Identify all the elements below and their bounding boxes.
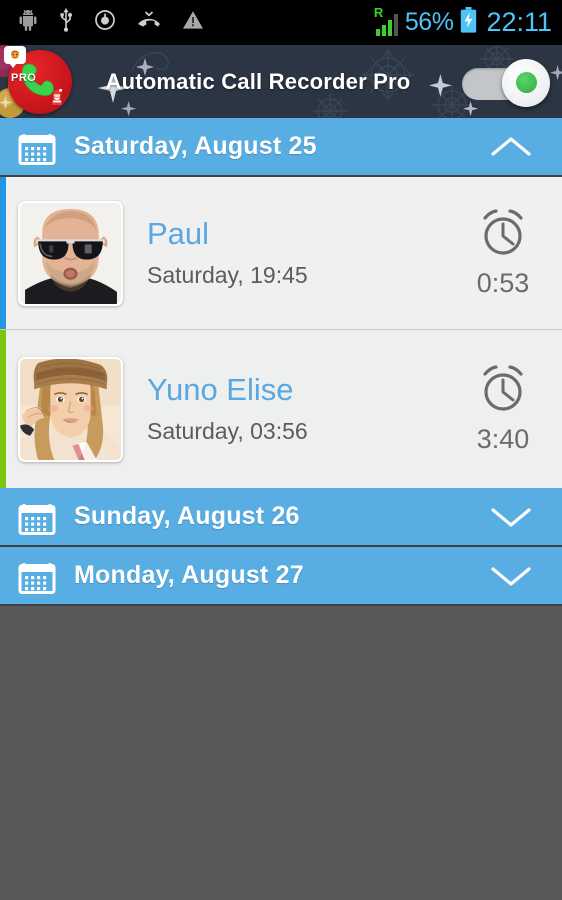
avatar-man-with-sunglasses	[20, 202, 121, 304]
call-direction-accent-incoming	[0, 330, 6, 488]
avatar-woman-with-beanie	[20, 358, 121, 460]
alarm-clock-icon	[477, 207, 529, 264]
calendar-icon	[0, 127, 74, 167]
call-direction-accent-outgoing	[0, 177, 6, 329]
call-duration-paul: 0:53	[452, 207, 562, 299]
call-list-saturday: Paul Saturday, 19:45 0:53 Yuno Elise Sat…	[0, 177, 562, 488]
call-timestamp: Saturday, 19:45	[147, 261, 308, 288]
duration-label: 0:53	[476, 268, 530, 298]
calendar-icon	[0, 556, 74, 596]
date-header-saturday[interactable]: Saturday, August 25	[0, 118, 562, 177]
battery-percent-label: 56%	[404, 8, 454, 36]
recording-toggle[interactable]	[462, 58, 550, 107]
battery-charging-icon	[460, 7, 477, 38]
call-row-paul[interactable]: Paul Saturday, 19:45 0:53	[0, 177, 562, 330]
status-bar-right-indicators: R 56% 22:11	[374, 6, 552, 38]
app-title-bar: PRO Automatic Call Recorder Pro	[0, 45, 562, 118]
app-icon-pro-label: PRO	[11, 71, 37, 84]
signal-strength-icon: R	[374, 6, 398, 36]
calendar-icon	[0, 497, 74, 537]
app-screen: R 56% 22:11 PRO Automatic Call Recorder …	[0, 0, 562, 900]
call-timestamp: Saturday, 03:56	[147, 417, 308, 444]
roaming-indicator: R	[373, 4, 384, 20]
call-duration-yuno-elise: 3:40	[452, 363, 562, 455]
clock-label: 22:11	[486, 7, 552, 37]
recording-toggle-container[interactable]	[462, 45, 562, 118]
app-icon[interactable]: PRO	[4, 45, 72, 114]
recording-target-icon	[94, 9, 116, 36]
date-header-sunday[interactable]: Sunday, August 26	[0, 488, 562, 547]
alarm-clock-icon	[477, 363, 529, 420]
chevron-down-icon[interactable]	[490, 504, 532, 530]
empty-list-area	[0, 606, 562, 878]
call-row-yuno-elise[interactable]: Yuno Elise Saturday, 03:56 3:40	[0, 330, 562, 488]
notification-bubble-badge	[4, 45, 26, 68]
status-bar-left-icons	[18, 8, 204, 37]
date-label: Saturday, August 25	[74, 132, 317, 160]
date-header-monday[interactable]: Monday, August 27	[0, 547, 562, 606]
app-title: Automatic Call Recorder Pro	[105, 68, 411, 94]
toggle-knob[interactable]	[502, 58, 550, 107]
app-icon-container[interactable]: PRO	[0, 45, 80, 118]
contact-name: Paul	[147, 216, 210, 252]
contact-avatar-yuno-elise[interactable]	[18, 356, 123, 462]
duration-label: 3:40	[476, 424, 530, 454]
android-debug-icon	[18, 9, 38, 36]
call-info-paul: Paul Saturday, 19:45	[123, 217, 452, 288]
contact-avatar-paul[interactable]	[18, 200, 123, 306]
date-label: Sunday, August 26	[74, 502, 300, 530]
chevron-down-icon[interactable]	[490, 563, 532, 589]
missed-call-icon	[136, 11, 162, 34]
status-bar: R 56% 22:11	[0, 0, 562, 45]
usb-icon	[58, 8, 74, 37]
santa-decoration-icon	[48, 86, 66, 110]
toggle-on-indicator	[515, 72, 537, 93]
contact-name: Yuno Elise	[147, 372, 294, 408]
call-info-yuno-elise: Yuno Elise Saturday, 03:56	[123, 373, 452, 444]
date-label: Monday, August 27	[74, 561, 304, 589]
chevron-up-icon[interactable]	[490, 134, 532, 160]
warning-triangle-icon	[182, 10, 204, 35]
